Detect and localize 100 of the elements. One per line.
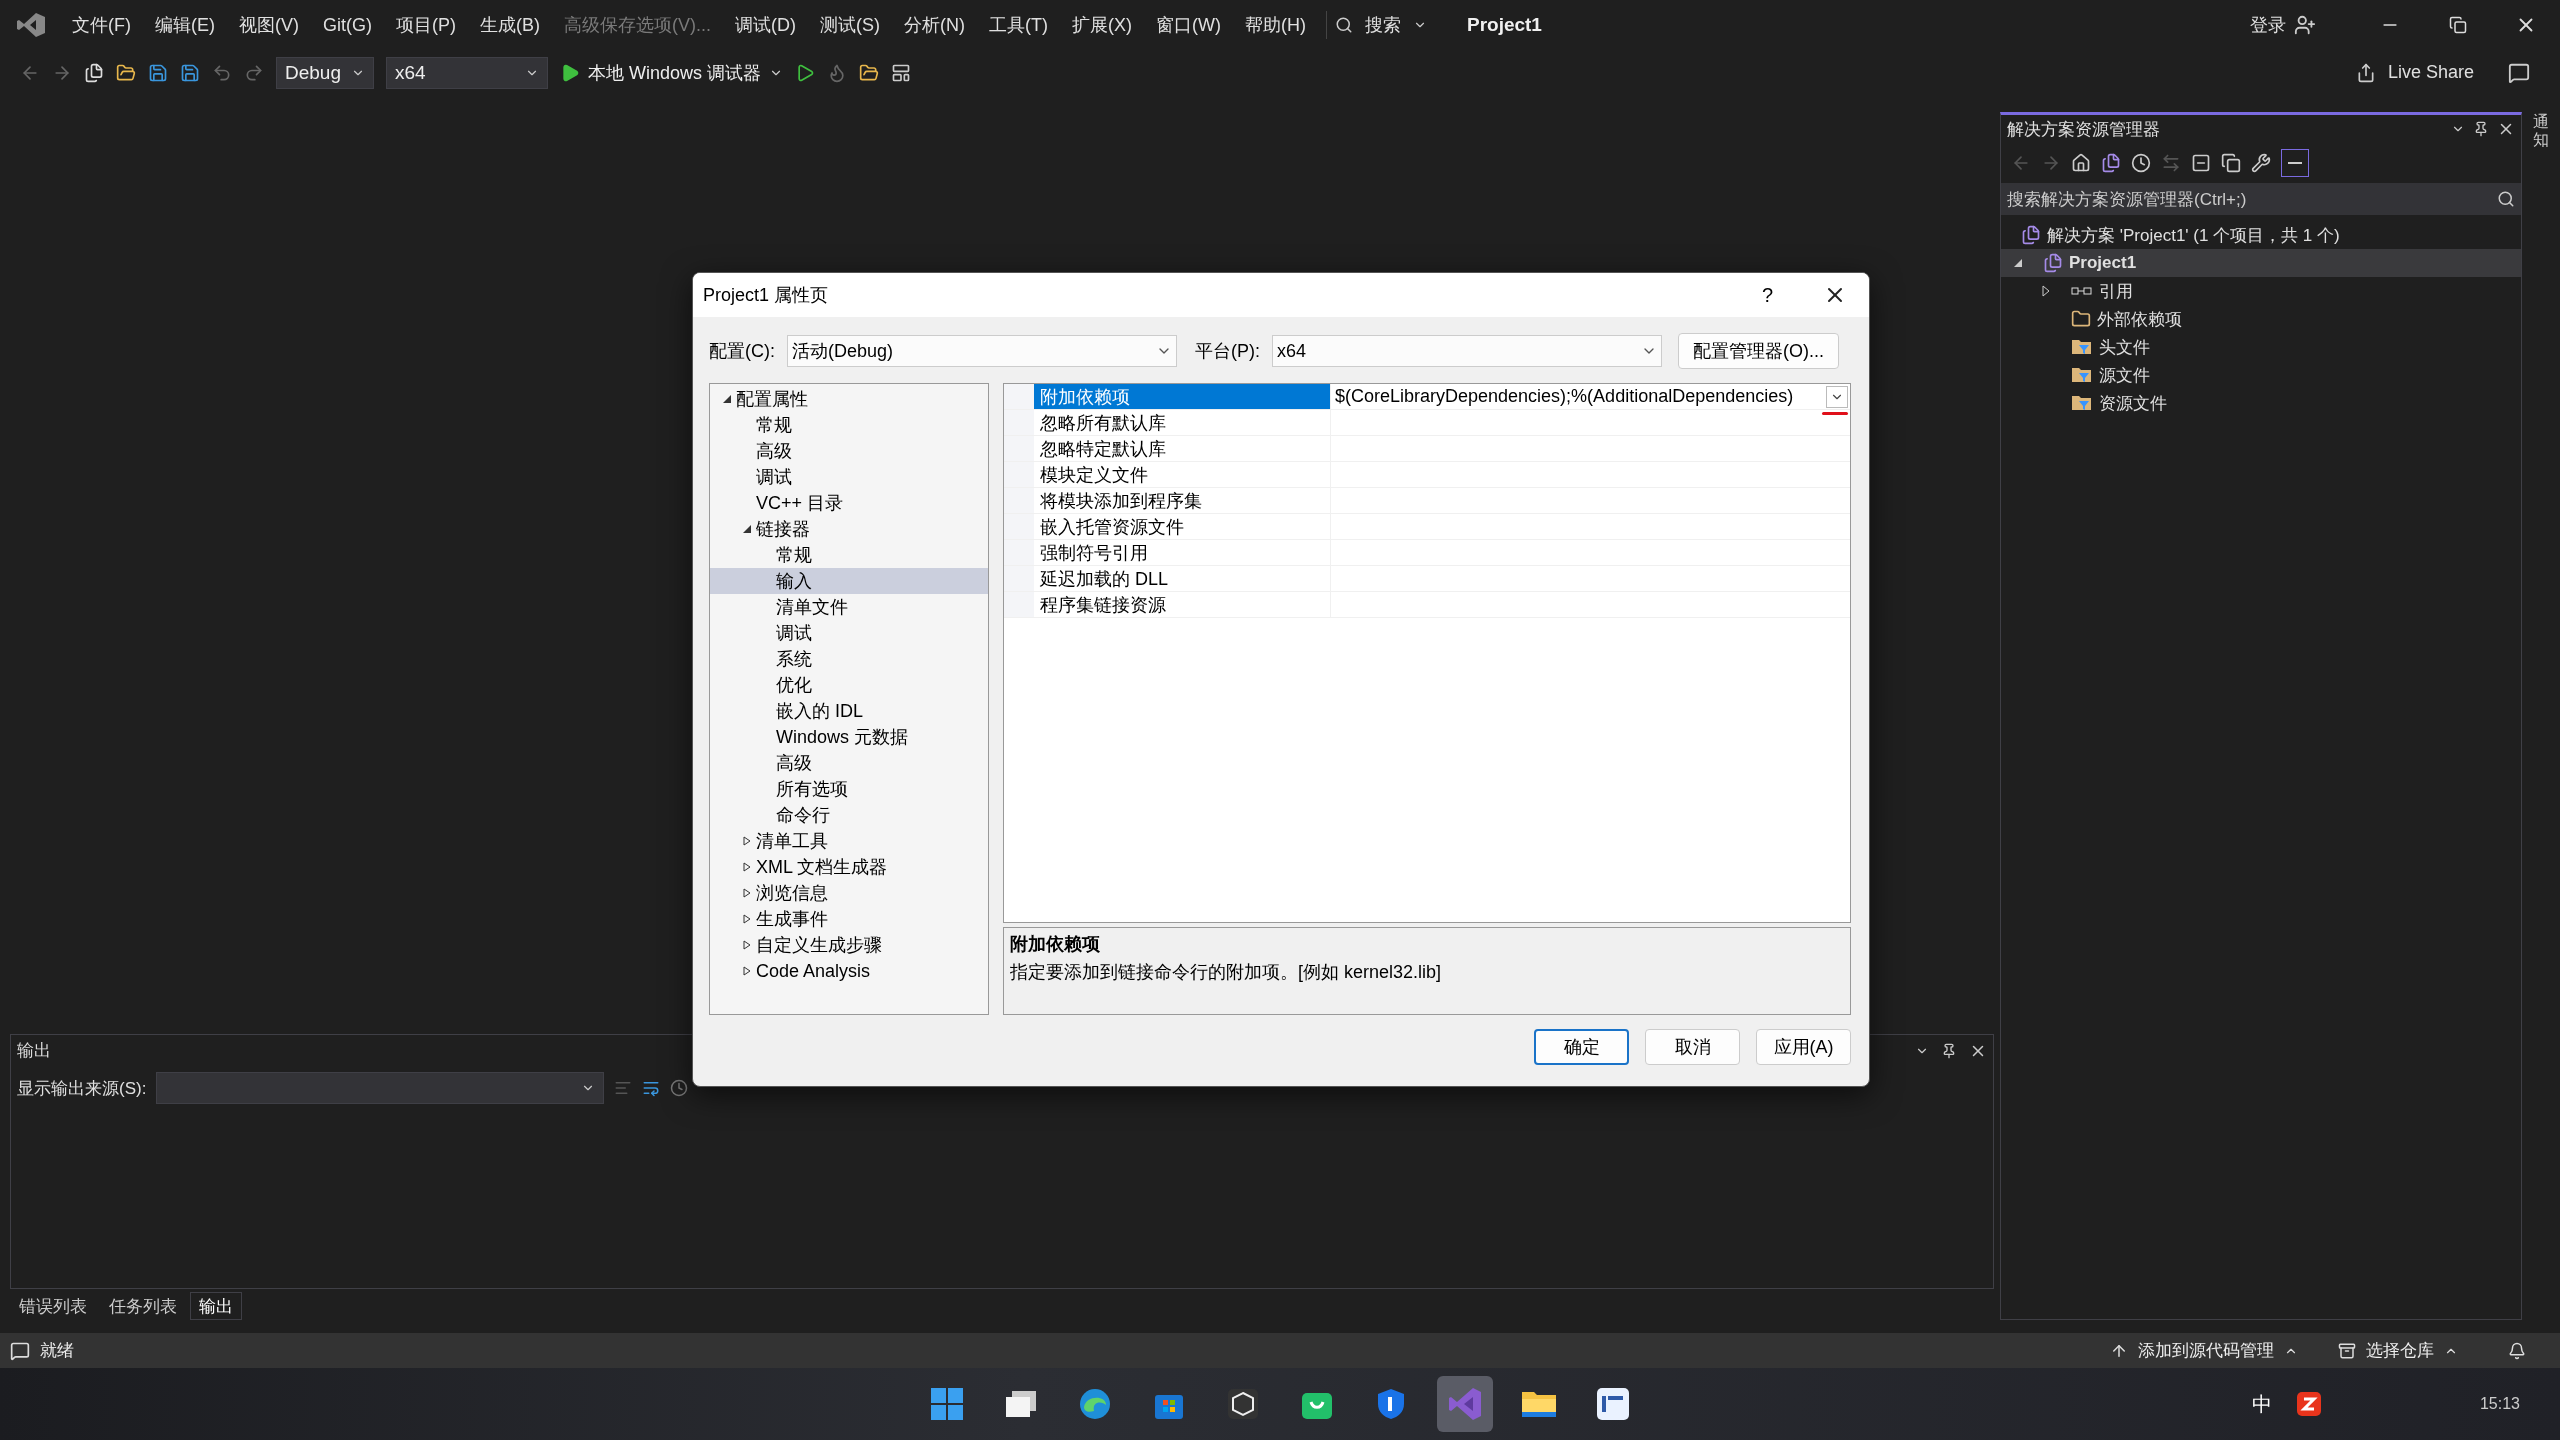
dialog-button[interactable]: 取消 bbox=[1645, 1029, 1740, 1065]
new-project-icon[interactable] bbox=[84, 62, 104, 83]
visual-studio-logo-icon[interactable] bbox=[16, 12, 46, 38]
tree-item[interactable]: 清单工具 bbox=[710, 828, 988, 854]
source-control-button[interactable]: 添加到源代码管理 bbox=[2138, 1339, 2274, 1362]
configuration-manager-button[interactable]: 配置管理器(O)... bbox=[1678, 333, 1839, 369]
undo-icon[interactable] bbox=[212, 62, 232, 83]
tree-item[interactable]: 资源文件 bbox=[2001, 389, 2521, 417]
menu-item[interactable]: Git(G) bbox=[311, 8, 384, 42]
menu-item[interactable]: 视图(V) bbox=[227, 7, 311, 43]
save-icon[interactable] bbox=[148, 62, 168, 83]
notification-bell-icon[interactable] bbox=[2508, 1341, 2526, 1360]
platform-dropdown[interactable]: x64 bbox=[386, 56, 548, 89]
save-all-icon[interactable] bbox=[180, 62, 200, 83]
window-layout-icon[interactable] bbox=[891, 62, 912, 83]
tree-item[interactable]: 系统 bbox=[710, 646, 988, 672]
tree-item[interactable]: 源文件 bbox=[2001, 361, 2521, 389]
platform-dropdown[interactable]: x64 bbox=[1272, 335, 1662, 367]
feedback-icon[interactable] bbox=[2508, 61, 2530, 84]
tree-item[interactable]: 高级 bbox=[710, 438, 988, 464]
live-share-button[interactable]: Live Share bbox=[2387, 62, 2474, 83]
sign-in-link[interactable]: 登录 bbox=[2250, 13, 2286, 37]
tree-item[interactable]: 输入 bbox=[710, 568, 988, 594]
tree-item[interactable]: 引用 bbox=[2001, 277, 2521, 305]
tree-item[interactable]: 链接器 bbox=[710, 516, 988, 542]
menu-item[interactable]: 分析(N) bbox=[892, 7, 977, 43]
project-icon bbox=[2043, 253, 2063, 273]
menu-item[interactable]: 调试(D) bbox=[723, 7, 808, 43]
pin-icon[interactable] bbox=[2473, 121, 2489, 137]
clock-time[interactable]: 15:13 bbox=[2479, 1395, 2520, 1413]
dialog-button[interactable]: 确定 bbox=[1534, 1029, 1629, 1065]
menu-item[interactable]: 生成(B) bbox=[468, 7, 552, 43]
tree-item[interactable]: 解决方案 'Project1' (1 个项目，共 1 个) bbox=[2001, 221, 2521, 249]
menu-item[interactable]: 窗口(W) bbox=[1143, 7, 1233, 43]
tree-item[interactable]: 自定义生成步骤 bbox=[710, 932, 988, 958]
menu-item[interactable]: 项目(P) bbox=[384, 7, 468, 43]
panel-tab[interactable]: 错误列表 bbox=[10, 1292, 96, 1320]
panel-tab[interactable]: 输出 bbox=[190, 1292, 242, 1320]
collapse-all-icon[interactable] bbox=[2191, 153, 2211, 173]
tree-item[interactable]: 浏览信息 bbox=[710, 880, 988, 906]
tree-item[interactable]: 高级 bbox=[710, 750, 988, 776]
panel-tab[interactable]: 任务列表 bbox=[100, 1292, 186, 1320]
tree-item[interactable]: 命令行 bbox=[710, 802, 988, 828]
reference-icon bbox=[2071, 285, 2093, 297]
menu-item[interactable]: 编辑(E) bbox=[143, 7, 227, 43]
preview-toggle-button[interactable] bbox=[2281, 149, 2309, 177]
copy-icon[interactable] bbox=[2221, 153, 2241, 173]
tree-item[interactable]: Project1 bbox=[2001, 249, 2521, 277]
property-name[interactable]: 附加依赖项 bbox=[1034, 384, 1331, 409]
home-icon[interactable] bbox=[2071, 153, 2091, 173]
dialog-button[interactable]: 应用(A) bbox=[1756, 1029, 1851, 1065]
tree-item[interactable]: 生成事件 bbox=[710, 906, 988, 932]
open-folder-icon[interactable] bbox=[116, 62, 136, 83]
pin-icon[interactable] bbox=[1941, 1042, 1957, 1059]
play-icon[interactable] bbox=[795, 62, 816, 83]
select-repository-button[interactable]: 选择仓库 bbox=[2366, 1339, 2434, 1362]
menu-item[interactable]: 测试(S) bbox=[808, 7, 892, 43]
history-icon[interactable] bbox=[2131, 153, 2151, 173]
folder-search-icon[interactable] bbox=[859, 62, 880, 83]
menu-item[interactable]: 帮助(H) bbox=[1232, 7, 1318, 43]
notifications-tab[interactable]: 通知 bbox=[2533, 113, 2549, 149]
word-wrap-icon[interactable] bbox=[642, 1079, 661, 1097]
search-button[interactable]: 搜索 bbox=[1352, 7, 1413, 43]
help-button[interactable]: ? bbox=[1761, 283, 1773, 307]
tree-item[interactable]: 配置属性 bbox=[710, 386, 988, 412]
menu-item[interactable]: 文件(F) bbox=[60, 7, 143, 43]
clock-icon[interactable] bbox=[670, 1079, 689, 1097]
dropdown-button[interactable] bbox=[1826, 386, 1848, 408]
tree-item[interactable]: VC++ 目录 bbox=[710, 490, 988, 516]
search-field[interactable]: 搜索解决方案资源管理器(Ctrl+;) bbox=[2001, 183, 2521, 215]
menu-item[interactable]: 扩展(X) bbox=[1059, 7, 1144, 43]
tree-item[interactable]: 常规 bbox=[710, 542, 988, 568]
menu-item[interactable]: 工具(T) bbox=[977, 7, 1060, 43]
tree-item[interactable]: 头文件 bbox=[2001, 333, 2521, 361]
tree-item[interactable]: 外部依赖项 bbox=[2001, 305, 2521, 333]
tree-item[interactable]: 清单文件 bbox=[710, 594, 988, 620]
restore-icon[interactable] bbox=[2449, 16, 2467, 34]
tree-item[interactable]: Code Analysis bbox=[710, 958, 988, 984]
tree-item[interactable]: 所有选项 bbox=[710, 776, 988, 802]
repository-icon[interactable] bbox=[2338, 1341, 2356, 1360]
tree-item[interactable]: 常规 bbox=[710, 412, 988, 438]
tree-item[interactable]: 嵌入的 IDL bbox=[710, 698, 988, 724]
expanded-arrow-icon[interactable] bbox=[2013, 258, 2023, 268]
tree-item[interactable]: 调试 bbox=[710, 464, 988, 490]
switch-views-icon[interactable] bbox=[2101, 153, 2121, 173]
configuration-dropdown[interactable]: 活动(Debug) bbox=[787, 335, 1177, 367]
account-icon[interactable] bbox=[2294, 14, 2316, 36]
configuration-dropdown[interactable]: Debug bbox=[276, 56, 374, 89]
property-value[interactable]: $(CoreLibraryDependencies);%(AdditionalDependencies) bbox=[1335, 386, 1794, 407]
tree-item[interactable]: 调试 bbox=[710, 620, 988, 646]
tree-item[interactable]: 优化 bbox=[710, 672, 988, 698]
search-icon[interactable] bbox=[1334, 16, 1353, 34]
redo-icon[interactable] bbox=[244, 62, 264, 83]
tree-item[interactable]: XML 文档生成器 bbox=[710, 854, 988, 880]
collapsed-arrow-icon[interactable] bbox=[2041, 285, 2051, 297]
input-method-indicator[interactable]: 中 bbox=[2251, 1390, 2272, 1418]
sogou-icon[interactable] bbox=[2295, 1391, 2322, 1417]
wrench-icon[interactable] bbox=[2251, 153, 2271, 173]
run-button[interactable]: 本地 Windows 调试器 bbox=[560, 60, 784, 85]
tree-item[interactable]: Windows 元数据 bbox=[710, 724, 988, 750]
